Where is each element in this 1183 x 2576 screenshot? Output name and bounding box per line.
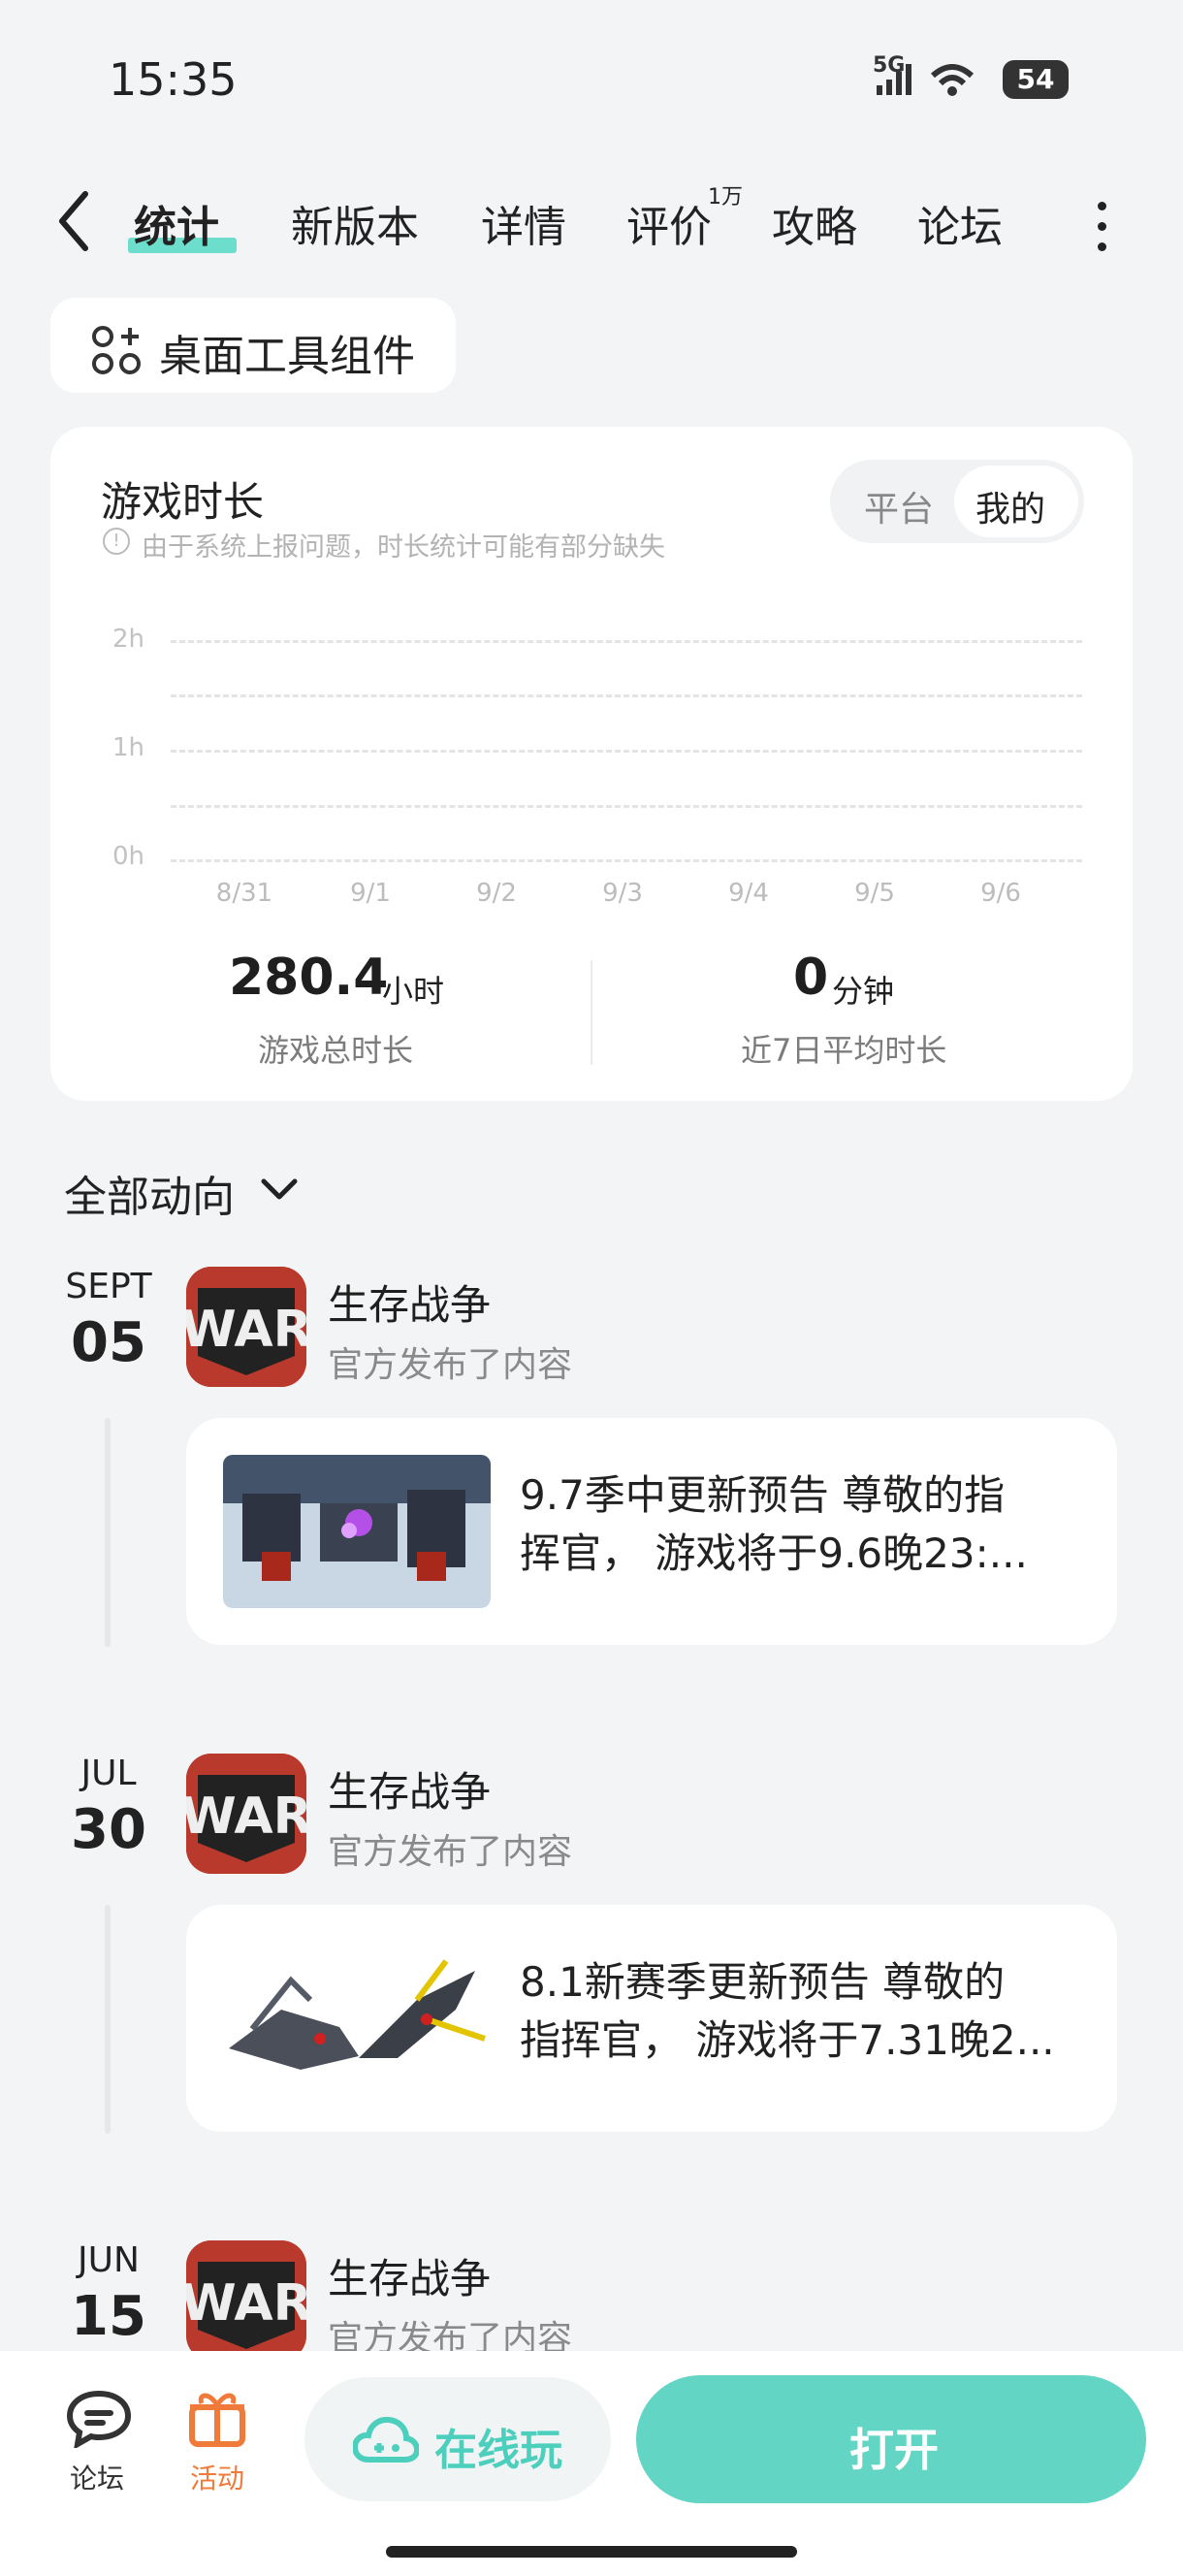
app-name[interactable]: 生存战争 <box>328 1759 491 1819</box>
battery-icon: 54 <box>1003 60 1069 99</box>
toggle-mine[interactable]: 我的 <box>975 481 1045 531</box>
back-icon[interactable] <box>54 190 93 256</box>
post-card[interactable]: 9.7季中更新预告 尊敬的指 挥官， 游戏将于9.6晚23:... <box>186 1418 1117 1645</box>
y-tick-label: 0h <box>112 842 145 871</box>
app-icon[interactable]: WAR <box>186 1267 306 1387</box>
feed-date-day: 05 <box>71 1311 146 1374</box>
widget-label: 桌面工具组件 <box>159 332 415 381</box>
svg-text:WAR: WAR <box>186 2274 306 2333</box>
x-tick-label: 9/2 <box>476 879 517 908</box>
reviews-count-badge: 1万 <box>708 185 743 209</box>
post-thumbnail <box>223 1455 491 1608</box>
timeline-line <box>105 1418 111 1647</box>
tab-new-version[interactable]: 新版本 <box>291 192 419 254</box>
play-online-label[interactable]: 在线玩 <box>434 2415 562 2477</box>
feed-date-day: 30 <box>71 1798 146 1861</box>
timeline-line <box>105 1905 111 2134</box>
x-tick-label: 8/31 <box>215 879 273 908</box>
desktop-widget-button[interactable]: 桌面工具组件 <box>50 298 456 393</box>
x-tick-label: 9/1 <box>350 879 391 908</box>
y-tick-label: 2h <box>112 625 145 654</box>
total-playtime-value: 280.4 <box>229 949 389 1007</box>
post-card[interactable]: 8.1新赛季更新预告 尊敬的 指挥官， 游戏将于7.31晚2... <box>186 1905 1117 2132</box>
total-playtime-unit: 小时 <box>382 973 445 1010</box>
app-icon[interactable]: WAR <box>186 1754 306 1874</box>
gridline <box>171 859 1082 862</box>
forum-nav-label[interactable]: 论坛 <box>70 2458 124 2496</box>
chevron-down-icon[interactable] <box>260 1175 299 1207</box>
home-indicator[interactable] <box>386 2546 797 2558</box>
open-label[interactable]: 打开 <box>849 2415 939 2479</box>
more-icon[interactable] <box>1098 202 1106 263</box>
info-icon: ! <box>103 528 130 555</box>
gridline <box>171 640 1082 643</box>
feed-date-day: 15 <box>71 2285 146 2348</box>
svg-text:WAR: WAR <box>186 1787 306 1846</box>
post-text: 9.7季中更新预告 尊敬的指 挥官， 游戏将于9.6晚23:... <box>520 1471 1028 1577</box>
app-icon[interactable]: WAR <box>186 2240 306 2361</box>
gift-icon[interactable] <box>186 2386 248 2452</box>
post-source: 官方发布了内容 <box>328 1832 573 1872</box>
stat-divider <box>591 960 592 1065</box>
tab-reviews[interactable]: 评价 <box>626 192 712 254</box>
x-tick-label: 9/3 <box>602 879 643 908</box>
post-source: 官方发布了内容 <box>328 1345 573 1385</box>
svg-text:WAR: WAR <box>186 1301 306 1359</box>
app-name[interactable]: 生存战争 <box>328 2246 491 2305</box>
feed-date-month: JUN <box>78 2240 140 2280</box>
avg-playtime-label: 近7日平均时长 <box>741 1032 947 1069</box>
feed-date-month: SEPT <box>65 1267 152 1306</box>
gridline <box>171 750 1082 753</box>
gridline <box>171 694 1082 697</box>
cloud-gamepad-icon <box>351 2415 421 2469</box>
post-text: 8.1新赛季更新预告 尊敬的 指挥官， 游戏将于7.31晚2... <box>520 1958 1055 2064</box>
toggle-platform[interactable]: 平台 <box>864 481 934 531</box>
tab-details[interactable]: 详情 <box>481 192 566 254</box>
gridline <box>171 805 1082 808</box>
notice-text: 由于系统上报问题，时长统计可能有部分缺失 <box>142 532 665 563</box>
app-name[interactable]: 生存战争 <box>328 1272 491 1332</box>
post-thumbnail <box>223 1942 491 2095</box>
avg-playtime-value: 0 <box>793 949 829 1007</box>
feed-date-month: JUL <box>80 1754 137 1793</box>
x-tick-label: 9/5 <box>854 879 895 908</box>
feed-filter[interactable]: 全部动向 <box>64 1162 235 1224</box>
forum-icon[interactable] <box>66 2390 132 2452</box>
x-tick-label: 9/6 <box>980 879 1021 908</box>
tab-guides[interactable]: 攻略 <box>772 192 857 254</box>
avg-playtime-unit: 分钟 <box>832 973 895 1010</box>
widget-grid-icon <box>92 326 141 374</box>
activity-nav-label[interactable]: 活动 <box>190 2458 244 2496</box>
tab-stats[interactable]: 统计 <box>134 192 219 254</box>
x-tick-label: 9/4 <box>728 879 769 908</box>
tab-forum[interactable]: 论坛 <box>917 192 1003 254</box>
card-title: 游戏时长 <box>101 478 265 526</box>
status-time: 15:35 <box>109 53 238 106</box>
y-tick-label: 1h <box>112 733 145 762</box>
total-playtime-label: 游戏总时长 <box>258 1032 414 1069</box>
